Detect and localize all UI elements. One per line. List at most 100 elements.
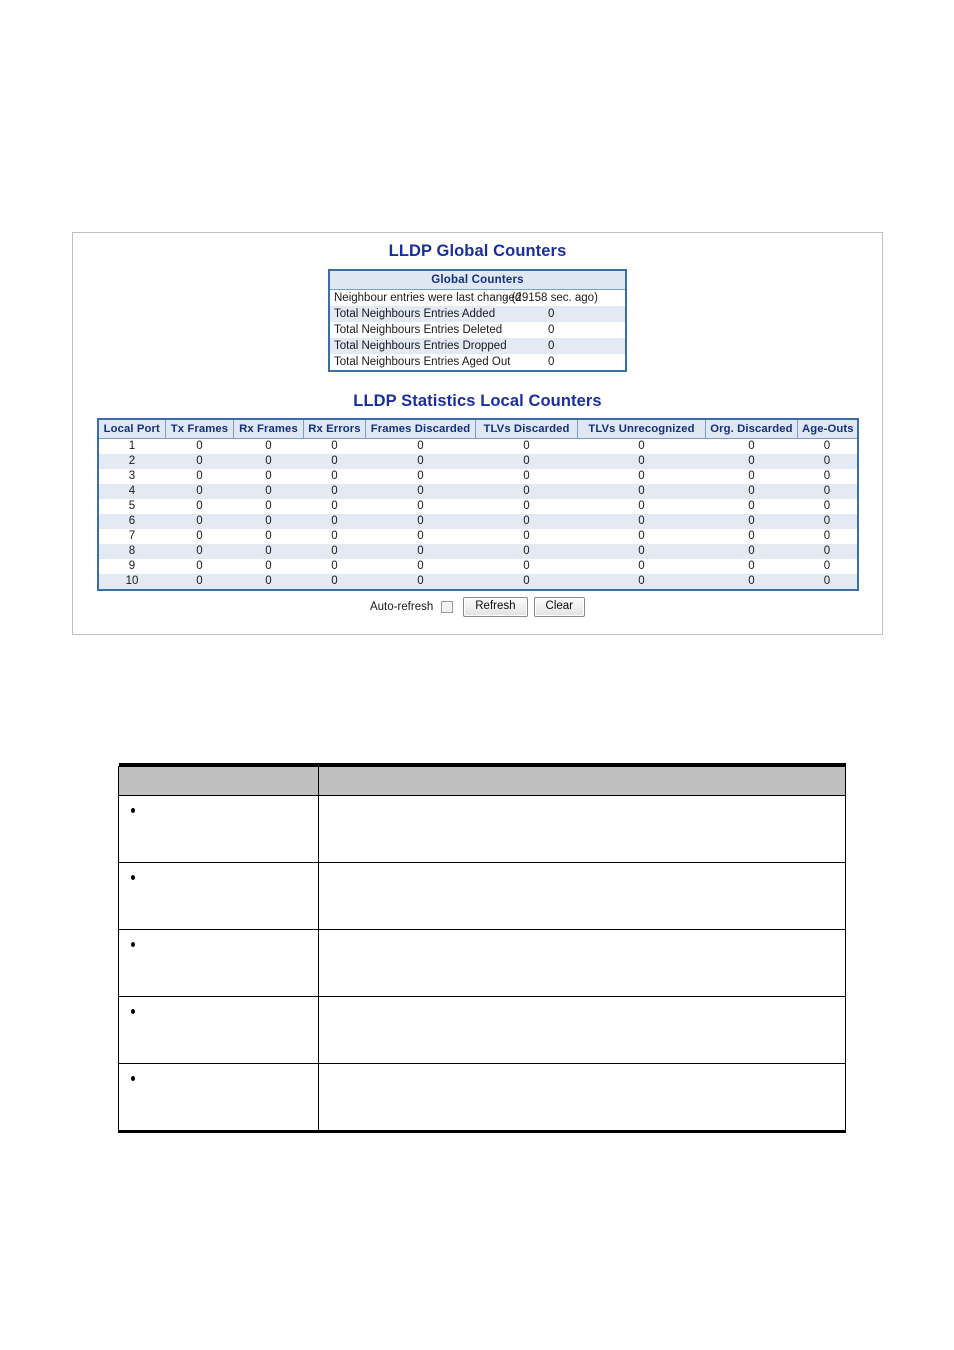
cell-counter-value: 0 xyxy=(577,514,706,529)
cell-counter-value: 0 xyxy=(303,484,366,499)
cell-counter-value: 0 xyxy=(797,529,858,544)
global-counter-label: Total Neighbours Entries Added xyxy=(329,306,495,322)
lldp-statistics-local-counters-title: LLDP Statistics Local Counters xyxy=(353,392,602,410)
cell-counter-value: 0 xyxy=(475,559,578,574)
lldp-statistics-screenshot-panel: LLDP Global Counters Global Counters Nei… xyxy=(72,232,883,635)
description-row xyxy=(118,1063,846,1133)
refresh-button[interactable]: Refresh xyxy=(463,597,528,617)
cell-counter-value: 0 xyxy=(365,438,476,454)
cell-counter-value: 0 xyxy=(577,499,706,514)
cell-counter-value: 0 xyxy=(303,438,366,454)
bullet-icon xyxy=(131,941,135,947)
global-counters-header-cell: Global Counters xyxy=(329,270,626,290)
cell-counter-value: 0 xyxy=(705,454,798,469)
cell-counter-value: 0 xyxy=(577,469,706,484)
table-row: 600000000 xyxy=(97,514,858,529)
cell-local-port: 3 xyxy=(97,469,166,484)
description-row xyxy=(118,929,846,997)
clear-button[interactable]: Clear xyxy=(533,597,586,617)
column-header-age-outs[interactable]: Age-Outs xyxy=(797,419,858,439)
column-header-org-discarded[interactable]: Org. Discarded xyxy=(705,419,798,439)
cell-counter-value: 0 xyxy=(797,499,858,514)
column-header-rx-errors[interactable]: Rx Errors xyxy=(303,419,366,439)
global-counters-thead: Global Counters xyxy=(329,270,626,290)
description-row xyxy=(118,996,846,1064)
cell-counter-value: 0 xyxy=(577,574,706,590)
cell-counter-value: 0 xyxy=(365,529,476,544)
cell-counter-value: 0 xyxy=(233,469,304,484)
description-text-cell xyxy=(318,996,846,1064)
table-row: 10 0 0 0 0 0 0 0 0 xyxy=(97,574,858,590)
bullet-icon xyxy=(131,1008,135,1014)
cell-counter-value: 0 xyxy=(233,529,304,544)
cell-counter-value: 0 xyxy=(233,574,304,590)
cell-local-port: 4 xyxy=(97,484,166,499)
description-object-cell xyxy=(118,862,319,930)
description-object-cell xyxy=(118,929,319,997)
cell-counter-value: 0 xyxy=(233,499,304,514)
cell-counter-value: 0 xyxy=(365,484,476,499)
cell-counter-value: 0 xyxy=(475,484,578,499)
cell-counter-value: 0 xyxy=(705,469,798,484)
cell-counter-value: 0 xyxy=(577,544,706,559)
description-table-wrap xyxy=(118,763,846,1133)
lldp-statistics-table: Local Port Tx Frames Rx Frames Rx Errors… xyxy=(96,418,859,591)
global-counters-row-last-changed: Neighbour entries were last changed - (2… xyxy=(329,289,626,306)
cell-counter-value: 0 xyxy=(797,484,858,499)
description-header-description xyxy=(318,766,846,796)
statistics-tbody: 1000000002000000003000000004000000005000… xyxy=(97,438,858,590)
auto-refresh-label: Auto-refresh xyxy=(369,601,434,613)
cell-counter-value: 0 xyxy=(577,484,706,499)
cell-local-port: 10 xyxy=(97,574,166,590)
global-counters-tbody: Neighbour entries were last changed - (2… xyxy=(329,289,626,371)
column-header-tlvs-unrecognized[interactable]: TLVs Unrecognized xyxy=(577,419,706,439)
cell-counter-value: 0 xyxy=(797,454,858,469)
cell-counter-value: 0 xyxy=(303,499,366,514)
table-row: 500000000 xyxy=(97,499,858,514)
table-row: 400000000 xyxy=(97,484,858,499)
global-counter-label: Total Neighbours Entries Aged Out xyxy=(329,354,510,371)
cell-counter-value: 0 xyxy=(233,544,304,559)
column-header-local-port[interactable]: Local Port xyxy=(97,419,166,439)
description-object-cell xyxy=(118,795,319,863)
cell-counter-value: 0 xyxy=(165,469,234,484)
table-row: 800000000 xyxy=(97,544,858,559)
table-row: 200000000 xyxy=(97,454,858,469)
table-row: 900000000 xyxy=(97,559,858,574)
cell-local-port: 5 xyxy=(97,499,166,514)
global-counter-label: Neighbour entries were last changed xyxy=(329,289,521,306)
cell-counter-value: 0 xyxy=(303,544,366,559)
cell-counter-value: 0 xyxy=(705,499,798,514)
cell-local-port: 9 xyxy=(97,559,166,574)
bullet-icon xyxy=(131,1075,135,1081)
column-header-rx-frames[interactable]: Rx Frames xyxy=(233,419,304,439)
lldp-global-counters-title: LLDP Global Counters xyxy=(388,242,567,260)
cell-counter-value: 0 xyxy=(475,469,578,484)
column-header-frames-discarded[interactable]: Frames Discarded xyxy=(365,419,476,439)
cell-counter-value: 0 xyxy=(365,469,476,484)
cell-counter-value: 0 xyxy=(365,454,476,469)
cell-counter-value: 0 xyxy=(705,438,798,454)
table-row: 300000000 xyxy=(97,469,858,484)
cell-counter-value: 0 xyxy=(165,574,234,590)
auto-refresh-checkbox[interactable] xyxy=(441,601,454,613)
cell-counter-value: 0 xyxy=(705,514,798,529)
cell-counter-value: 0 xyxy=(303,454,366,469)
cell-local-port: 6 xyxy=(97,514,166,529)
column-header-tlvs-discarded[interactable]: TLVs Discarded xyxy=(475,419,578,439)
description-row xyxy=(118,862,846,930)
cell-counter-value: 0 xyxy=(233,514,304,529)
column-header-tx-frames[interactable]: Tx Frames xyxy=(165,419,234,439)
global-counters-row-added: Total Neighbours Entries Added 0 xyxy=(329,306,626,322)
description-header-object xyxy=(118,766,319,796)
cell-counter-value: 0 xyxy=(303,469,366,484)
cell-counter-value: 0 xyxy=(165,514,234,529)
description-text-cell xyxy=(318,1063,846,1133)
cell-counter-value: 0 xyxy=(705,544,798,559)
cell-counter-value: 0 xyxy=(303,529,366,544)
cell-local-port: 1 xyxy=(97,438,166,454)
cell-counter-value: 0 xyxy=(577,438,706,454)
cell-counter-value: 0 xyxy=(233,438,304,454)
cell-counter-value: 0 xyxy=(365,559,476,574)
cell-counter-value: 0 xyxy=(365,574,476,590)
